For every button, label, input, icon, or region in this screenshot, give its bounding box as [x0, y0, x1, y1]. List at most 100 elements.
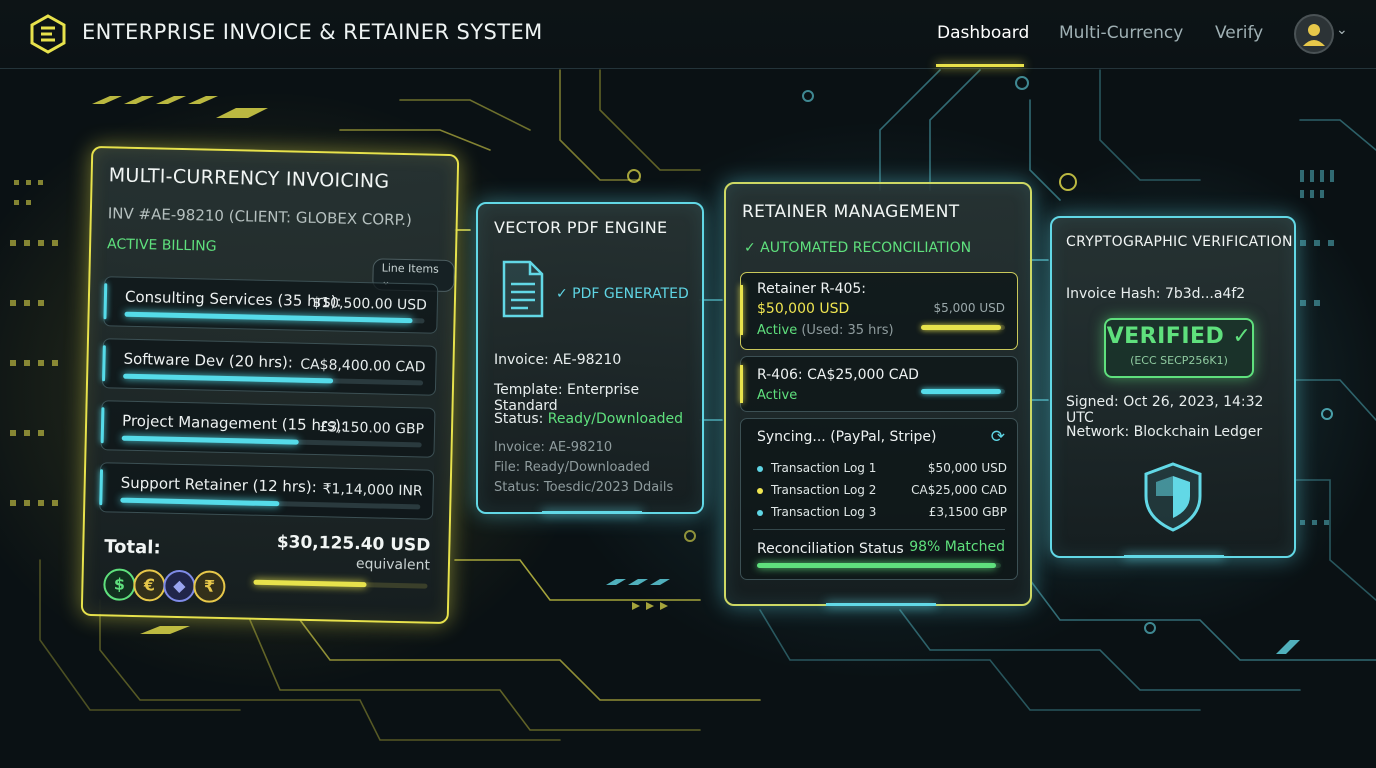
log-value: CA$25,000 CAD	[911, 483, 1007, 497]
nav-verify[interactable]: Verify	[1215, 23, 1263, 43]
pdf-invoice: Invoice: AE-98210	[494, 352, 622, 368]
retainer-r406-card[interactable]: R-406: CA$25,000 CAD Active	[740, 356, 1018, 412]
signed-timestamp: Signed: Oct 26, 2023, 14:32 UTC	[1066, 394, 1264, 426]
log-value: $50,000 USD	[927, 461, 1007, 475]
total-note: equivalent	[355, 555, 431, 574]
log-label: Transaction Log 3	[771, 505, 877, 519]
card-accent	[740, 365, 743, 403]
app-logo-icon	[30, 14, 66, 54]
invoice-hash: Invoice Hash: 7b3d...a4f2	[1066, 286, 1246, 302]
sync-card: Syncing... (PayPal, Stripe) ⟳ Transactio…	[740, 418, 1018, 580]
refresh-icon[interactable]: ⟳	[991, 427, 1005, 447]
panel-glow-accent	[542, 511, 642, 514]
line-item-label: Software Dev (20 hrs):	[123, 349, 294, 372]
pdf-meta-status: Status: Toesdic/2023 Ddails	[494, 480, 674, 495]
line-items-label: Line Items	[381, 261, 440, 276]
card-accent	[740, 285, 743, 335]
line-item-row[interactable]: Consulting Services (35 hrs): $10,500.00…	[103, 276, 439, 334]
log-dot	[757, 466, 763, 472]
log-label: Transaction Log 1	[771, 461, 877, 475]
row-accent	[99, 469, 104, 506]
reconciliation-status-value: 98% Matched	[909, 539, 1005, 555]
transaction-log-row[interactable]: Transaction Log 3 £3,1500 GBP	[757, 505, 1007, 525]
row-accent	[100, 407, 105, 444]
billing-status: ACTIVE BILLING	[106, 236, 217, 255]
nav-dashboard[interactable]: Dashboard	[937, 23, 1029, 43]
pdf-template: Template: Enterprise Standard	[494, 382, 640, 414]
ethereum-coin-icon: ◆	[163, 569, 196, 603]
line-item-amount: £3,150.00 GBP	[319, 419, 425, 438]
retainer-status-label: Active	[757, 323, 798, 338]
panel-glow-accent	[1124, 555, 1224, 558]
retainer-management-panel: RETAINER MANAGEMENT ✓ AUTOMATED RECONCIL…	[724, 182, 1032, 606]
log-dot	[757, 488, 763, 494]
retainer-side-amount: $5,000 USD	[933, 301, 1005, 315]
network-info: Network: Blockchain Ledger	[1066, 424, 1263, 440]
line-item-label: Consulting Services (35 hrs):	[124, 287, 342, 311]
retainer-status: Active (Used: 35 hrs)	[757, 323, 894, 338]
vector-pdf-engine-panel: VECTOR PDF ENGINE ✓ PDF GENERATED Invoic…	[476, 202, 704, 514]
log-label: Transaction Log 2	[771, 483, 877, 497]
reconciliation-label: ✓ AUTOMATED RECONCILIATION	[744, 240, 972, 256]
retainer-title: Retainer R-405:	[757, 281, 867, 297]
panel-title: VECTOR PDF ENGINE	[494, 218, 668, 237]
total-label: Total:	[104, 536, 161, 559]
invoice-id: INV #AE-98210 (CLIENT: GLOBEX CORP.)	[107, 204, 413, 230]
panel-glow-accent	[826, 603, 936, 606]
reconciliation-progress	[757, 563, 997, 568]
line-item-amount: $10,500.00 USD	[312, 294, 428, 314]
line-item-progress	[120, 497, 280, 507]
pdf-status-value: Ready/Downloaded	[547, 411, 684, 427]
euro-coin-icon: €	[133, 568, 166, 602]
line-item-progress	[123, 373, 334, 384]
pdf-status: ✓ PDF GENERATED	[556, 286, 689, 302]
line-item-row[interactable]: Support Retainer (12 hrs): ₹1,14,000 INR	[99, 462, 435, 520]
retainer-title: R-406: CA$25,000 CAD	[757, 367, 919, 383]
nav-multi-currency[interactable]: Multi-Currency	[1059, 23, 1183, 43]
retainer-progress	[921, 325, 1001, 330]
transaction-log-row[interactable]: Transaction Log 2 CA$25,000 CAD	[757, 483, 1007, 503]
verified-algorithm: (ECC SECP256K1)	[1130, 354, 1228, 367]
pdf-status-label: Status:	[494, 411, 544, 427]
shield-icon	[1144, 462, 1202, 532]
divider	[753, 529, 1005, 530]
rupee-coin-icon: ₹	[193, 570, 226, 604]
verified-title: VERIFIED ✓	[1106, 324, 1252, 349]
retainer-used-hours: (Used: 35 hrs)	[801, 323, 894, 338]
line-item-progress	[124, 311, 413, 324]
row-accent	[102, 345, 106, 382]
user-icon	[1303, 24, 1325, 46]
retainer-amount: $50,000 USD	[757, 301, 850, 317]
transaction-log-row[interactable]: Transaction Log 1 $50,000 USD	[757, 461, 1007, 481]
panel-title: MULTI-CURRENCY INVOICING	[108, 164, 390, 193]
panel-title: RETAINER MANAGEMENT	[742, 202, 960, 222]
total-value: $30,125.40 USD	[276, 532, 431, 556]
pdf-meta-file: File: Ready/Downloaded	[494, 460, 650, 475]
verified-stamp: VERIFIED ✓ (ECC SECP256K1)	[1104, 318, 1254, 378]
dollar-coin-icon: $	[103, 568, 136, 601]
chevron-down-icon[interactable]: ⌄	[1336, 22, 1348, 38]
cryptographic-verification-panel: CRYPTOGRAPHIC VERIFICATION Invoice Hash:…	[1050, 216, 1296, 558]
pdf-status-row: Status: Ready/Downloaded	[494, 411, 683, 427]
active-tab-indicator	[936, 64, 1024, 67]
line-item-amount: CA$8,400.00 CAD	[300, 356, 426, 376]
pdf-meta-invoice: Invoice: AE-98210	[494, 440, 613, 455]
multi-currency-invoicing-panel: MULTI-CURRENCY INVOICING INV #AE-98210 (…	[80, 145, 460, 625]
panel-title: CRYPTOGRAPHIC VERIFICATION	[1066, 234, 1293, 250]
log-value: £3,1500 GBP	[928, 505, 1007, 519]
row-accent	[103, 283, 108, 320]
top-navigation-bar: ENTERPRISE INVOICE & RETAINER SYSTEM Das…	[0, 0, 1376, 69]
line-item-row[interactable]: Software Dev (20 hrs): CA$8,400.00 CAD	[101, 338, 437, 396]
retainer-progress	[921, 389, 1001, 394]
retainer-r405-card[interactable]: Retainer R-405: $50,000 USD Active (Used…	[740, 272, 1018, 350]
document-icon	[502, 260, 544, 318]
user-avatar[interactable]	[1294, 14, 1334, 54]
log-dot	[757, 510, 763, 516]
retainer-status: Active	[757, 388, 798, 403]
line-item-progress	[121, 435, 299, 445]
line-item-label: Project Management (15 hrs):	[121, 411, 347, 435]
app-title: ENTERPRISE INVOICE & RETAINER SYSTEM	[82, 20, 543, 44]
sync-title: Syncing... (PayPal, Stripe)	[757, 429, 937, 445]
total-progress	[253, 579, 367, 588]
line-item-row[interactable]: Project Management (15 hrs): £3,150.00 G…	[100, 400, 436, 458]
